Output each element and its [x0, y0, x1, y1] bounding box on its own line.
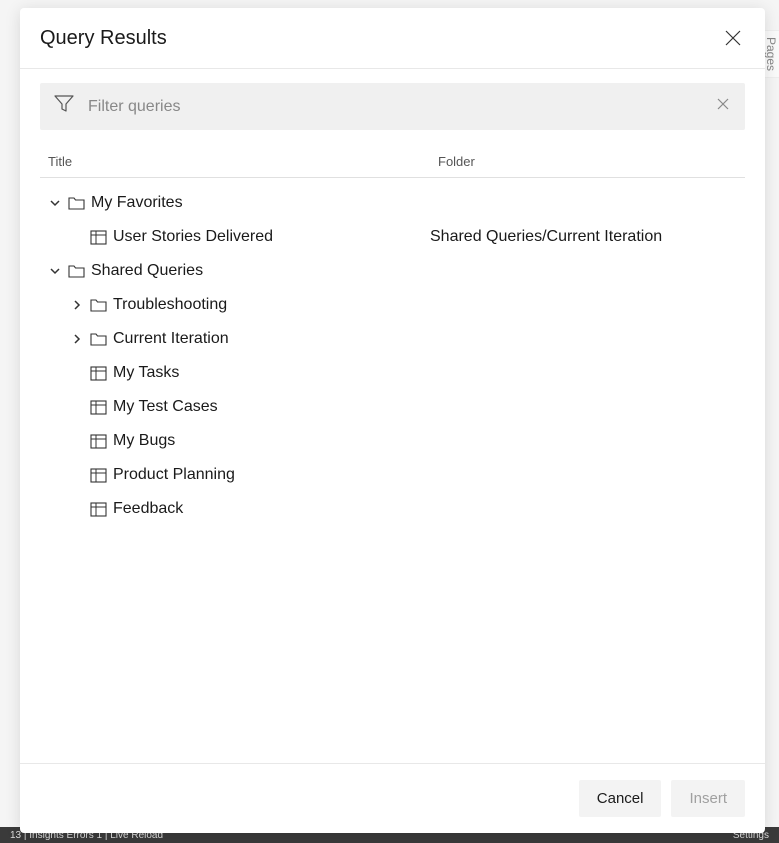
tree-folder-shared-queries[interactable]: Shared Queries: [40, 254, 745, 288]
tree-folder-troubleshooting[interactable]: Troubleshooting: [40, 288, 745, 322]
close-button[interactable]: [721, 26, 745, 50]
tree-folder-path: Shared Queries/Current Iteration: [430, 228, 745, 246]
query-icon: [90, 502, 107, 517]
folder-icon: [68, 264, 85, 278]
tree-label: Current Iteration: [113, 330, 229, 348]
tree-item-product-planning[interactable]: Product Planning: [40, 458, 745, 492]
chevron-down-icon: [48, 196, 62, 210]
tree-label: My Tasks: [113, 364, 179, 382]
tree-label: User Stories Delivered: [113, 228, 273, 246]
query-results-dialog: Query Results Title Folder: [20, 8, 765, 833]
tree-label: Shared Queries: [91, 262, 203, 280]
close-icon: [724, 29, 742, 47]
dialog-body: Title Folder My Favorites: [20, 69, 765, 763]
query-icon: [90, 434, 107, 449]
tree-label: Product Planning: [113, 466, 235, 484]
tree-item-my-bugs[interactable]: My Bugs: [40, 424, 745, 458]
chevron-down-icon: [48, 264, 62, 278]
filter-icon: [54, 95, 74, 118]
column-folder: Folder: [438, 154, 737, 169]
folder-icon: [68, 196, 85, 210]
tree-folder-current-iteration[interactable]: Current Iteration: [40, 322, 745, 356]
query-icon: [90, 400, 107, 415]
folder-icon: [90, 298, 107, 312]
dialog-title: Query Results: [40, 27, 167, 50]
tree-item-my-test-cases[interactable]: My Test Cases: [40, 390, 745, 424]
search-box: [40, 83, 745, 130]
tree-item-user-stories-delivered[interactable]: User Stories Delivered Shared Queries/Cu…: [40, 220, 745, 254]
tree-item-feedback[interactable]: Feedback: [40, 492, 745, 526]
search-input[interactable]: [88, 98, 701, 116]
tree-label: My Test Cases: [113, 398, 218, 416]
dialog-header: Query Results: [20, 8, 765, 69]
tree-folder-my-favorites[interactable]: My Favorites: [40, 186, 745, 220]
query-icon: [90, 468, 107, 483]
column-title: Title: [48, 154, 438, 169]
tree-label: Troubleshooting: [113, 296, 227, 314]
tree-label: My Favorites: [91, 194, 183, 212]
query-tree: My Favorites User Stories Delivered Shar…: [40, 178, 745, 526]
folder-icon: [90, 332, 107, 346]
chevron-right-icon: [70, 332, 84, 346]
query-icon: [90, 366, 107, 381]
tree-label: My Bugs: [113, 432, 175, 450]
insert-button[interactable]: Insert: [671, 780, 745, 817]
clear-search-button[interactable]: [715, 96, 731, 117]
dialog-footer: Cancel Insert: [20, 763, 765, 833]
cancel-button[interactable]: Cancel: [579, 780, 662, 817]
chevron-right-icon: [70, 298, 84, 312]
query-icon: [90, 230, 107, 245]
tree-label: Feedback: [113, 500, 183, 518]
close-icon: [715, 96, 731, 112]
table-header: Title Folder: [40, 144, 745, 178]
tree-item-my-tasks[interactable]: My Tasks: [40, 356, 745, 390]
